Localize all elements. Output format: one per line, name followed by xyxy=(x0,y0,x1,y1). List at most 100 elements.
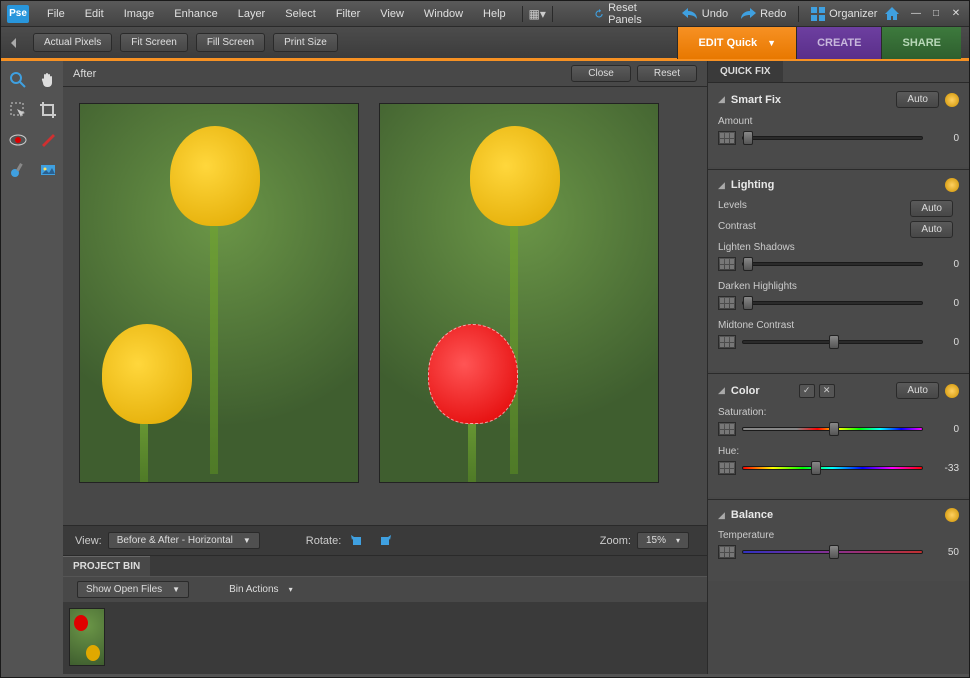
lighten-shadows-slider[interactable] xyxy=(742,262,923,266)
collapse-icon[interactable]: ◢ xyxy=(718,385,725,396)
temperature-slider[interactable] xyxy=(742,550,923,554)
brush-tool[interactable] xyxy=(5,157,31,183)
tip-icon[interactable] xyxy=(945,178,959,192)
collapse-icon[interactable]: ◢ xyxy=(718,180,725,191)
preset-grid-icon[interactable] xyxy=(718,131,736,145)
show-open-files-dropdown[interactable]: Show Open Files▼ xyxy=(77,581,189,598)
lighten-value: 0 xyxy=(929,259,959,270)
before-image xyxy=(79,103,359,483)
midtone-contrast-slider[interactable] xyxy=(742,340,923,344)
separator xyxy=(522,6,523,22)
tip-icon[interactable] xyxy=(945,384,959,398)
preset-grid-icon[interactable] xyxy=(718,461,736,475)
view-label: View: xyxy=(75,535,102,547)
home-icon[interactable] xyxy=(883,4,901,24)
quick-fix-tab[interactable]: QUICK FIX xyxy=(708,61,783,82)
levels-auto-button[interactable]: Auto xyxy=(910,200,953,217)
amount-slider[interactable] xyxy=(742,136,923,140)
triangle-left-icon[interactable] xyxy=(9,38,19,48)
hand-tool[interactable] xyxy=(35,67,61,93)
organizer-button[interactable]: Organizer xyxy=(811,7,877,21)
options-bar: Actual Pixels Fit Screen Fill Screen Pri… xyxy=(1,27,969,61)
amount-value: 0 xyxy=(929,133,959,144)
cancel-icon[interactable]: ✕ xyxy=(819,384,835,398)
midtone-contrast-label: Midtone Contrast xyxy=(718,320,959,331)
section-title: Balance xyxy=(731,509,945,521)
preset-grid-icon[interactable] xyxy=(718,422,736,436)
chevron-down-icon: ▼ xyxy=(767,38,776,48)
whiten-teeth-tool[interactable] xyxy=(35,127,61,153)
balance-section: ◢ Balance Temperature 50 xyxy=(708,499,969,581)
layout-icon[interactable]: ▦▾ xyxy=(528,4,546,24)
redo-button[interactable]: Redo xyxy=(740,8,786,20)
preset-grid-icon[interactable] xyxy=(718,335,736,349)
menu-select[interactable]: Select xyxy=(275,4,326,24)
saturation-slider[interactable] xyxy=(742,427,923,431)
zoom-dropdown[interactable]: 15%▾ xyxy=(637,532,689,549)
hue-label: Hue: xyxy=(718,446,959,457)
preset-grid-icon[interactable] xyxy=(718,545,736,559)
rotate-left-icon[interactable] xyxy=(345,531,369,551)
canvas-header-label: After xyxy=(73,68,96,80)
preset-grid-icon[interactable] xyxy=(718,296,736,310)
menu-window[interactable]: Window xyxy=(414,4,473,24)
red-eye-tool[interactable] xyxy=(5,127,31,153)
project-bin-tab[interactable]: PROJECT BIN xyxy=(63,556,150,576)
menu-edit[interactable]: Edit xyxy=(75,4,114,24)
rotate-right-icon[interactable] xyxy=(373,531,397,551)
edit-quick-tab[interactable]: EDIT Quick▼ xyxy=(677,27,796,59)
collapse-icon[interactable]: ◢ xyxy=(718,94,725,105)
rotate-label: Rotate: xyxy=(306,535,341,547)
fill-screen-button[interactable]: Fill Screen xyxy=(196,33,265,52)
color-auto-button[interactable]: Auto xyxy=(896,382,939,399)
menu-help[interactable]: Help xyxy=(473,4,516,24)
create-tab[interactable]: CREATE xyxy=(796,27,881,59)
maximize-button[interactable]: □ xyxy=(929,7,943,21)
reset-panels-button[interactable]: Reset Panels xyxy=(594,2,655,26)
photo-tool[interactable] xyxy=(35,157,61,183)
reset-button[interactable]: Reset xyxy=(637,65,697,82)
preset-grid-icon[interactable] xyxy=(718,257,736,271)
actual-pixels-button[interactable]: Actual Pixels xyxy=(33,33,112,52)
print-size-button[interactable]: Print Size xyxy=(273,33,338,52)
zoom-tool[interactable] xyxy=(5,67,31,93)
darken-value: 0 xyxy=(929,298,959,309)
commit-icon[interactable]: ✓ xyxy=(799,384,815,398)
darken-highlights-label: Darken Highlights xyxy=(718,281,959,292)
project-bin: PROJECT BIN Show Open Files▼ Bin Actions… xyxy=(63,555,707,674)
saturation-value: 0 xyxy=(929,424,959,435)
share-tab[interactable]: SHARE xyxy=(881,27,961,59)
undo-button[interactable]: Undo xyxy=(682,8,728,20)
app-logo: Pse xyxy=(7,5,29,23)
section-title: Smart Fix xyxy=(731,94,897,106)
lighting-section: ◢ Lighting LevelsAuto ContrastAuto Light… xyxy=(708,169,969,371)
close-window-button[interactable]: ✕ xyxy=(949,7,963,21)
collapse-icon[interactable]: ◢ xyxy=(718,510,725,521)
minimize-button[interactable]: — xyxy=(909,7,923,21)
canvas-area[interactable] xyxy=(63,87,707,525)
contrast-auto-button[interactable]: Auto xyxy=(910,221,953,238)
menu-layer[interactable]: Layer xyxy=(228,4,276,24)
grid-icon xyxy=(811,7,825,21)
menu-view[interactable]: View xyxy=(370,4,414,24)
smart-fix-auto-button[interactable]: Auto xyxy=(896,91,939,108)
tip-icon[interactable] xyxy=(945,508,959,522)
after-image xyxy=(379,103,659,483)
temperature-label: Temperature xyxy=(718,530,959,541)
menu-image[interactable]: Image xyxy=(114,4,165,24)
darken-highlights-slider[interactable] xyxy=(742,301,923,305)
hue-slider[interactable] xyxy=(742,466,923,470)
crop-tool[interactable] xyxy=(35,97,61,123)
quick-selection-tool[interactable] xyxy=(5,97,31,123)
bin-thumbnail[interactable] xyxy=(69,608,105,666)
menu-file[interactable]: File xyxy=(37,4,75,24)
view-mode-dropdown[interactable]: Before & After - Horizontal▼ xyxy=(108,532,260,549)
smart-fix-section: ◢ Smart Fix Auto Amount 0 xyxy=(708,82,969,167)
fit-screen-button[interactable]: Fit Screen xyxy=(120,33,188,52)
menu-enhance[interactable]: Enhance xyxy=(164,4,227,24)
bin-actions-dropdown[interactable]: Bin Actions▾ xyxy=(221,582,301,597)
menu-filter[interactable]: Filter xyxy=(326,4,370,24)
tool-column xyxy=(1,61,63,674)
close-button[interactable]: Close xyxy=(571,65,631,82)
tip-icon[interactable] xyxy=(945,93,959,107)
